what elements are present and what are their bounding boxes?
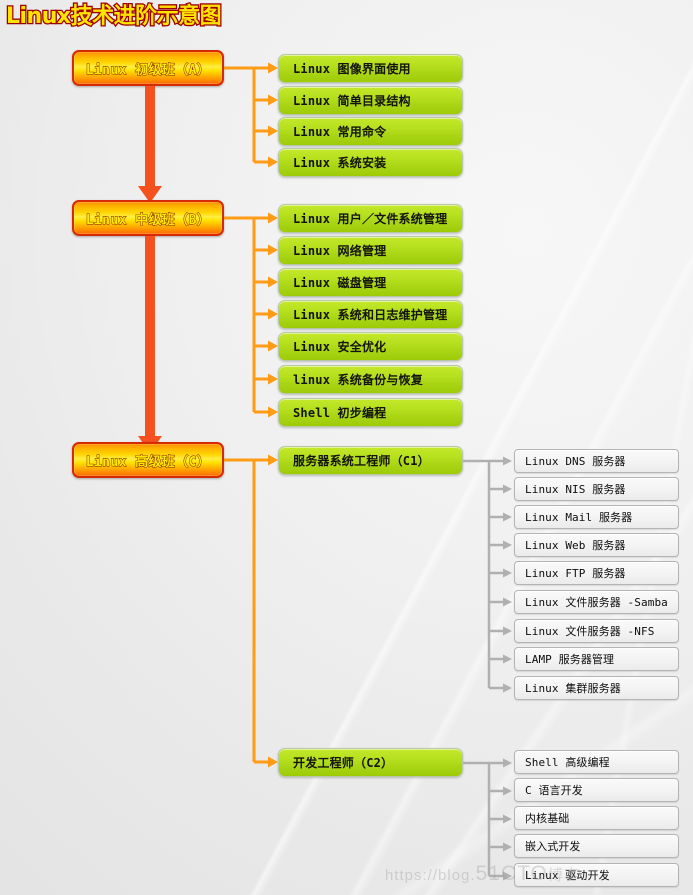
connector-c-branches: [224, 442, 280, 772]
node-b-child-3[interactable]: Linux 磁盘管理: [278, 268, 463, 297]
node-c1-child-6[interactable]: Linux 文件服务器 -Samba: [514, 590, 679, 614]
node-label: Linux 安全优化: [293, 340, 387, 354]
node-label: Shell 初步编程: [293, 406, 387, 420]
node-c1[interactable]: 服务器系统工程师（C1）: [278, 446, 463, 475]
node-c1-child-3[interactable]: Linux Mail 服务器: [514, 505, 679, 529]
node-b-child-2[interactable]: Linux 网络管理: [278, 236, 463, 265]
watermark-url: https://blog.: [385, 867, 476, 884]
node-label: Linux 系统安装: [293, 156, 387, 170]
node-b-child-5[interactable]: Linux 安全优化: [278, 332, 463, 361]
node-c2-child-1[interactable]: Shell 高级编程: [514, 750, 679, 774]
node-c1-child-7[interactable]: Linux 文件服务器 -NFS: [514, 619, 679, 643]
page-title: Linux技术进阶示意图: [5, 3, 223, 31]
node-label: Linux Web 服务器: [525, 539, 626, 552]
connector-b-branches: [224, 200, 280, 418]
node-c1-child-9[interactable]: Linux 集群服务器: [514, 676, 679, 700]
node-c1-child-5[interactable]: Linux FTP 服务器: [514, 561, 679, 585]
connector-c1-branches: [463, 446, 515, 696]
node-c1-child-2[interactable]: Linux NIS 服务器: [514, 477, 679, 501]
watermark-brand: 51CTO: [475, 862, 548, 885]
node-c2-child-3[interactable]: 内核基础: [514, 806, 679, 830]
diagram-canvas: Linux技术进阶示意图 Linux 初级班（A） Linux 图像界面使用 L…: [0, 0, 693, 895]
node-label: Linux 磁盘管理: [293, 276, 387, 290]
node-label: 内核基础: [525, 812, 570, 825]
node-label: Linux 中级班（B）: [85, 212, 211, 228]
connector-a-branches: [224, 50, 280, 170]
node-label: 嵌入式开发: [525, 840, 581, 853]
node-b-child-7[interactable]: Shell 初步编程: [278, 398, 463, 427]
node-label: C 语言开发: [525, 784, 583, 797]
node-label: Linux 用户／文件系统管理: [293, 212, 448, 226]
watermark: https://blog.51CTO博客: [385, 862, 580, 886]
node-label: LAMP 服务器管理: [525, 653, 615, 666]
node-label: linux 系统备份与恢复: [293, 373, 423, 387]
node-label: Linux 文件服务器 -NFS: [525, 625, 655, 638]
node-c1-child-8[interactable]: LAMP 服务器管理: [514, 647, 679, 671]
connector-b-to-c: [136, 236, 164, 454]
node-c2-child-4[interactable]: 嵌入式开发: [514, 834, 679, 858]
node-b-child-4[interactable]: Linux 系统和日志维护管理: [278, 300, 463, 329]
node-c1-child-4[interactable]: Linux Web 服务器: [514, 533, 679, 557]
node-a-child-2[interactable]: Linux 简单目录结构: [278, 86, 463, 115]
node-c2[interactable]: 开发工程师（C2）: [278, 748, 463, 777]
node-b-child-1[interactable]: Linux 用户／文件系统管理: [278, 204, 463, 233]
node-level-b[interactable]: Linux 中级班（B）: [72, 200, 224, 236]
watermark-suffix: 博客: [547, 867, 580, 884]
node-level-c[interactable]: Linux 高级班（C）: [72, 442, 224, 478]
node-label: Linux 初级班（A）: [85, 62, 211, 78]
node-label: Linux 图像界面使用: [293, 62, 411, 76]
node-label: Linux NIS 服务器: [525, 483, 626, 496]
node-a-child-1[interactable]: Linux 图像界面使用: [278, 54, 463, 83]
node-level-a[interactable]: Linux 初级班（A）: [72, 50, 224, 86]
node-label: Linux 网络管理: [293, 244, 387, 258]
node-label: Linux DNS 服务器: [525, 455, 626, 468]
node-label: Linux 文件服务器 -Samba: [525, 596, 668, 609]
node-b-child-6[interactable]: linux 系统备份与恢复: [278, 365, 463, 394]
node-label: Linux 系统和日志维护管理: [293, 308, 448, 322]
node-c1-child-1[interactable]: Linux DNS 服务器: [514, 449, 679, 473]
node-a-child-3[interactable]: Linux 常用命令: [278, 117, 463, 146]
node-label: 服务器系统工程师（C1）: [293, 454, 430, 468]
node-label: Linux Mail 服务器: [525, 511, 633, 524]
node-label: Linux 高级班（C）: [85, 454, 211, 470]
node-label: Linux 集群服务器: [525, 682, 621, 695]
node-c2-child-2[interactable]: C 语言开发: [514, 778, 679, 802]
node-label: Shell 高级编程: [525, 756, 610, 769]
node-a-child-4[interactable]: Linux 系统安装: [278, 148, 463, 177]
connector-a-to-b: [136, 86, 164, 204]
node-label: Linux FTP 服务器: [525, 567, 626, 580]
node-label: Linux 简单目录结构: [293, 94, 411, 108]
node-label: Linux 常用命令: [293, 125, 387, 139]
node-label: 开发工程师（C2）: [293, 756, 394, 770]
